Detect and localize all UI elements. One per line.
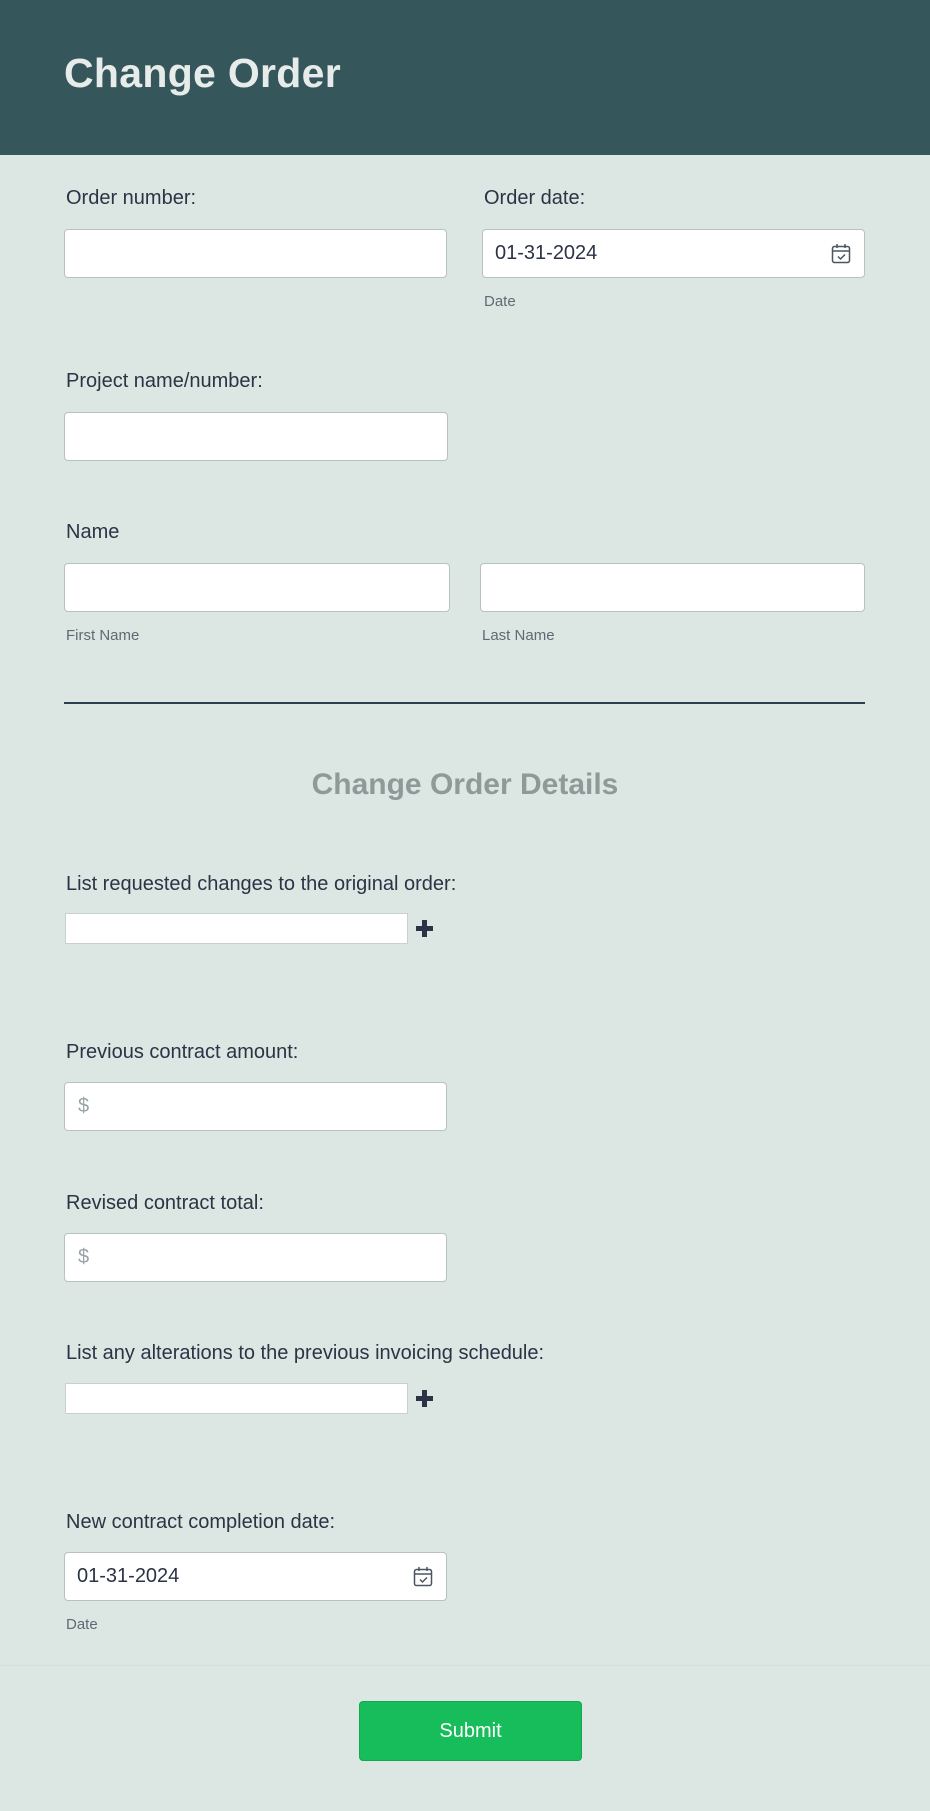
- calendar-icon[interactable]: [413, 1566, 433, 1588]
- calendar-icon[interactable]: [831, 243, 851, 265]
- previous-amount-label: Previous contract amount:: [66, 1041, 299, 1063]
- form-header: Change Order: [0, 0, 930, 155]
- order-date-value: 01-31-2024: [495, 242, 598, 264]
- project-label: Project name/number:: [66, 370, 263, 392]
- completion-date-value: 01-31-2024: [77, 1565, 180, 1587]
- project-input[interactable]: [64, 412, 448, 461]
- name-label: Name: [66, 521, 120, 543]
- add-alteration-plus-icon[interactable]: [416, 1390, 433, 1407]
- last-name-input[interactable]: [480, 563, 865, 612]
- page-title: Change Order: [64, 50, 341, 96]
- requested-changes-label: List requested changes to the original o…: [66, 873, 457, 895]
- previous-amount-input[interactable]: $: [64, 1082, 447, 1131]
- currency-symbol: $: [78, 1095, 90, 1117]
- revised-total-label: Revised contract total:: [66, 1192, 264, 1214]
- completion-date-sublabel: Date: [66, 1616, 98, 1633]
- order-date-input[interactable]: 01-31-2024: [482, 229, 865, 278]
- completion-date-input[interactable]: 01-31-2024: [64, 1552, 447, 1601]
- revised-total-input[interactable]: $: [64, 1233, 447, 1282]
- first-name-sublabel: First Name: [66, 627, 140, 644]
- add-requested-change-plus-icon[interactable]: [416, 920, 433, 937]
- order-number-input[interactable]: [64, 229, 447, 278]
- requested-changes-input[interactable]: [65, 913, 408, 944]
- order-number-label: Order number:: [66, 187, 197, 209]
- submit-button[interactable]: Submit: [359, 1701, 582, 1761]
- alterations-input[interactable]: [65, 1383, 408, 1414]
- section-title: Change Order Details: [311, 768, 619, 801]
- order-date-label: Order date:: [484, 187, 586, 209]
- order-date-sublabel: Date: [484, 293, 516, 310]
- first-name-input[interactable]: [64, 563, 450, 612]
- section-divider: [64, 702, 865, 704]
- currency-symbol: $: [78, 1246, 90, 1268]
- alterations-label: List any alterations to the previous inv…: [66, 1342, 545, 1364]
- completion-date-label: New contract completion date:: [66, 1511, 336, 1533]
- last-name-sublabel: Last Name: [482, 627, 555, 644]
